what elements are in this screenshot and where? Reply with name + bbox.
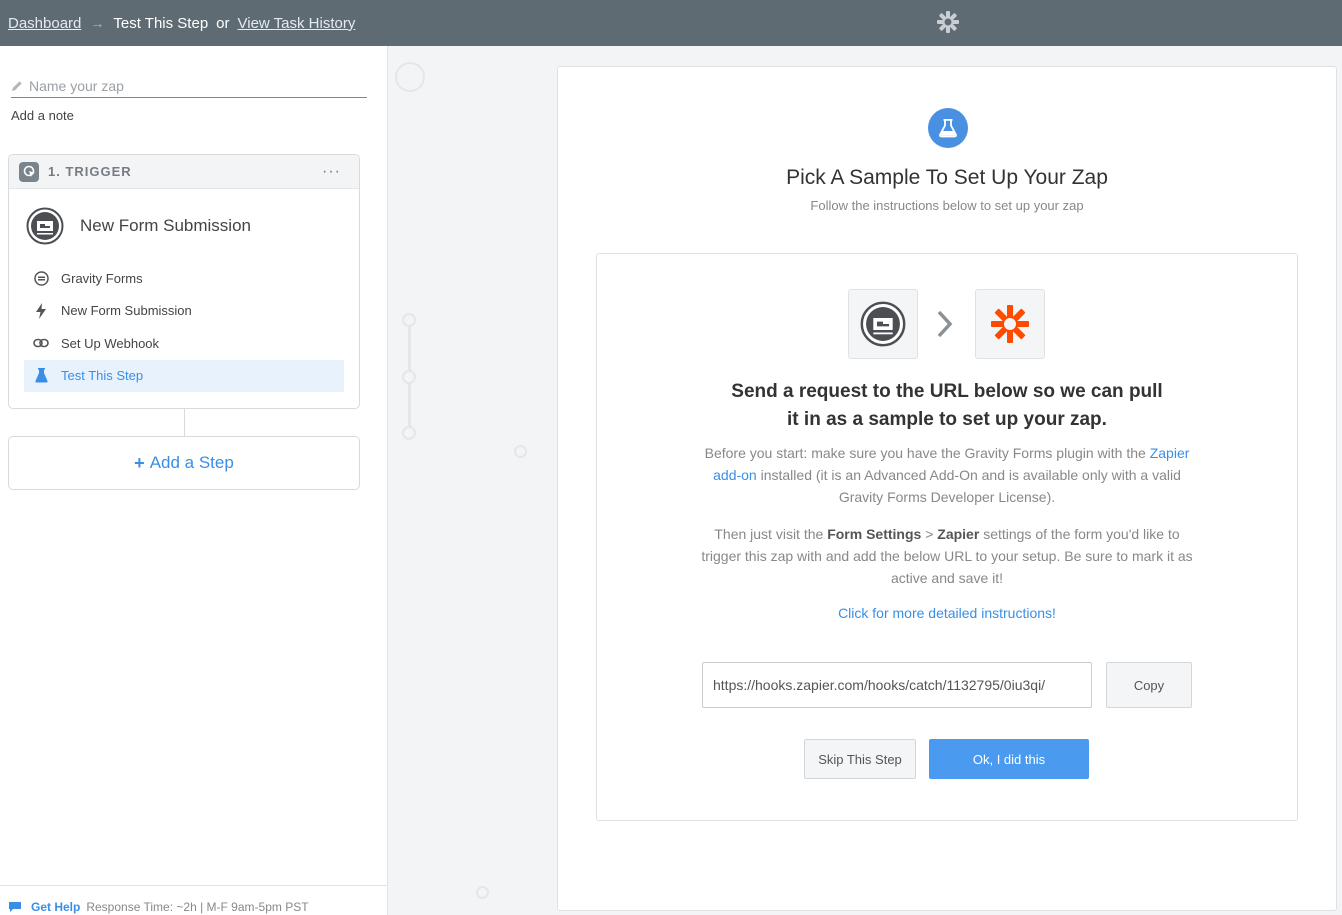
step-label: Set Up Webhook (61, 335, 160, 351)
copy-button[interactable]: Copy (1106, 662, 1192, 708)
headline-line-2: it in as a sample to set up your zap. (787, 409, 1107, 430)
view-task-history-link[interactable]: View Task History (238, 15, 356, 32)
step-label: Gravity Forms (61, 270, 143, 286)
detailed-instructions-link[interactable]: Click for more detailed instructions! (597, 605, 1297, 621)
p2-form-settings: Form Settings (827, 526, 922, 542)
canvas-decoration (514, 445, 527, 458)
dashboard-link[interactable]: Dashboard (8, 15, 81, 32)
zapier-asterisk-icon (991, 305, 1029, 343)
help-bar: Get Help Response Time: ~2h | M-F 9am-5p… (0, 885, 388, 915)
canvas-decoration (395, 62, 425, 92)
trigger-card: 1. TRIGGER ··· New Form Submission Gravi… (8, 154, 360, 409)
page-subtitle: Follow the instructions below to set up … (810, 198, 1084, 213)
page-title: Pick A Sample To Set Up Your Zap (786, 166, 1108, 189)
canvas-decoration (402, 426, 416, 440)
step-label: New Form Submission (61, 303, 192, 318)
trigger-title: New Form Submission (80, 216, 251, 235)
step-new-form-submission[interactable]: New Form Submission (24, 295, 344, 327)
trigger-menu-icon[interactable]: ··· (322, 163, 341, 181)
p2-text-a: Then just visit the (714, 526, 824, 542)
canvas-decoration (402, 370, 416, 384)
breadcrumb-or: or (216, 14, 230, 32)
trigger-app: New Form Submission (26, 207, 251, 245)
headline-line-1: Send a request to the URL below so we ca… (731, 381, 1163, 402)
gravity-forms-icon (33, 270, 49, 286)
trigger-icon (19, 161, 39, 182)
breadcrumb-arrow-icon: → (90, 15, 105, 31)
add-step-label: Add a Step (149, 453, 234, 472)
instructions-paragraph-1: Before you start: make sure you have the… (697, 442, 1197, 508)
flask-badge (928, 108, 968, 148)
add-step-button[interactable]: + Add a Step (8, 436, 360, 490)
trigger-steps: Gravity Forms New Form Submission Set Up… (24, 262, 344, 392)
canvas-decoration (476, 886, 489, 899)
webhook-url-input[interactable] (702, 662, 1092, 708)
lightning-icon (33, 302, 49, 319)
ok-i-did-this-button[interactable]: Ok, I did this (929, 739, 1089, 779)
top-bar: Dashboard → Test This Step or View Task … (0, 0, 1342, 46)
chevron-right-icon (937, 310, 953, 338)
zap-name-input[interactable] (29, 77, 349, 94)
p1-text-b: installed (it is an Advanced Add-On and … (760, 467, 1181, 505)
gravity-forms-app-box (848, 289, 918, 359)
response-time-text: Response Time: ~2h | M-F 9am-5pm PST (86, 899, 309, 914)
flask-icon (33, 368, 49, 384)
gravity-forms-logo-icon (860, 301, 906, 347)
get-help-link[interactable]: Get Help (31, 900, 80, 914)
instructions-card: Send a request to the URL below so we ca… (596, 253, 1298, 821)
step-connector (184, 409, 185, 436)
p2-zapier: Zapier (937, 526, 980, 542)
zapier-logo-icon[interactable] (935, 9, 961, 35)
trigger-header: 1. TRIGGER ··· (9, 155, 359, 189)
pencil-icon (12, 80, 22, 91)
link-icon (33, 335, 49, 351)
p2-separator: > (925, 526, 934, 542)
p1-text-a: Before you start: make sure you have the… (704, 445, 1146, 461)
trigger-label: 1. TRIGGER (48, 164, 132, 179)
step-gravity-forms[interactable]: Gravity Forms (24, 262, 344, 294)
canvas-decoration (402, 313, 416, 327)
main-panel: Pick A Sample To Set Up Your Zap Follow … (557, 66, 1337, 911)
skip-step-button[interactable]: Skip This Step (804, 739, 916, 779)
step-set-up-webhook[interactable]: Set Up Webhook (24, 327, 344, 359)
plus-icon: + (134, 452, 145, 473)
chat-bubble-icon (9, 901, 21, 912)
step-test-this-step[interactable]: Test This Step (24, 359, 344, 392)
sidebar: Add a note 1. TRIGGER ··· New Form Submi… (0, 46, 388, 915)
step-label: Test This Step (61, 368, 144, 383)
instructions-headline: Send a request to the URL below so we ca… (597, 378, 1297, 434)
breadcrumb-current: Test This Step (113, 14, 209, 32)
zap-name-field (11, 74, 367, 98)
instructions-paragraph-2: Then just visit the Form Settings > Zapi… (697, 523, 1197, 589)
gravity-forms-logo-icon (26, 207, 64, 245)
flask-icon (939, 119, 957, 138)
zapier-app-box (975, 289, 1045, 359)
add-note-link[interactable]: Add a note (11, 108, 74, 123)
